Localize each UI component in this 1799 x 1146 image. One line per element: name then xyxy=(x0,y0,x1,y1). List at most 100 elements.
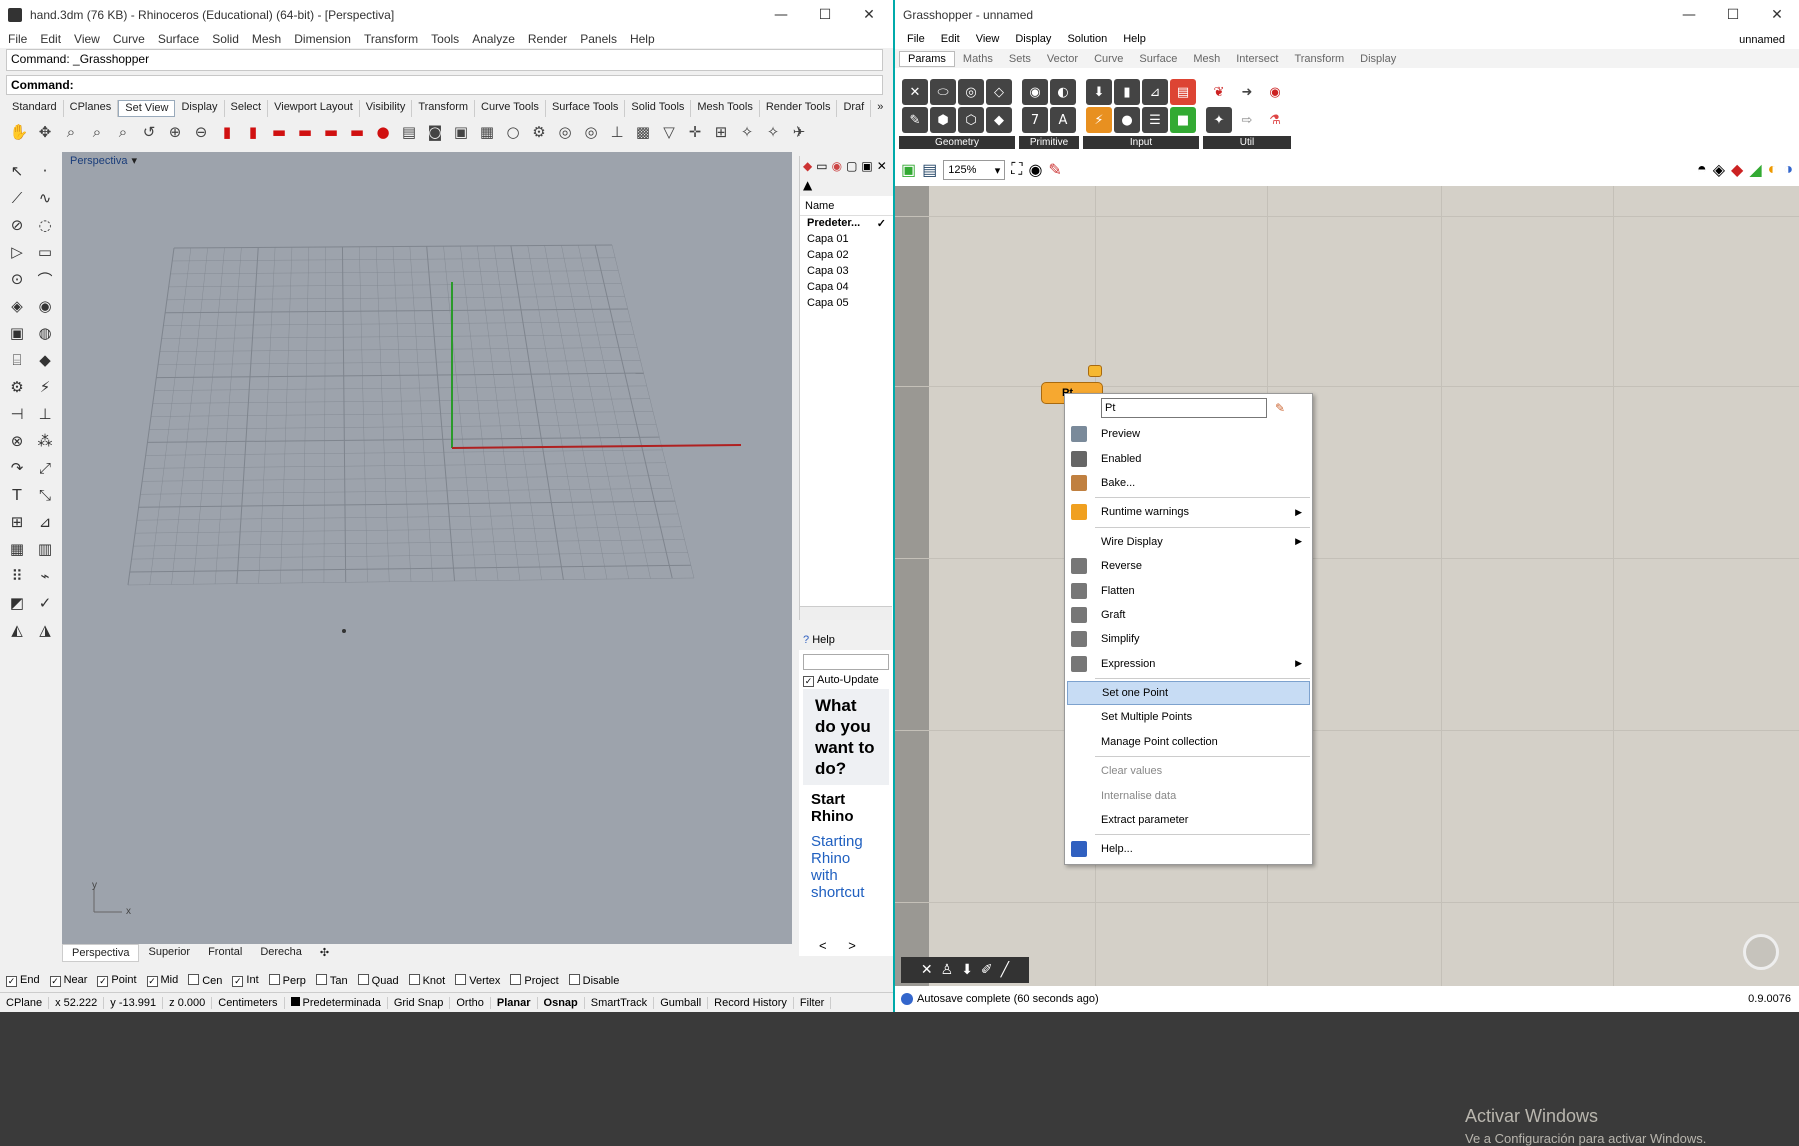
explode-icon[interactable]: ⁂ xyxy=(32,428,58,454)
status-filter[interactable]: Filter xyxy=(794,996,832,1009)
gradient-icon[interactable]: ▤ xyxy=(1170,79,1196,105)
plane-icon[interactable]: ⊥ xyxy=(606,121,628,143)
polyline-icon[interactable]: ⟋ xyxy=(4,185,30,211)
gh-menu-view[interactable]: View xyxy=(970,33,1010,45)
osnap-checkbox[interactable] xyxy=(188,973,200,985)
layers-tab-icon[interactable]: ◆ xyxy=(803,159,812,174)
osnap-mid[interactable]: ✓ Mid xyxy=(146,974,178,987)
menu-edit[interactable]: Edit xyxy=(35,32,69,46)
render-icon[interactable]: ◩ xyxy=(4,590,30,616)
recompute-icon[interactable]: ♙ xyxy=(941,962,954,978)
tab-select[interactable]: Select xyxy=(225,100,269,117)
gh-maximize-button[interactable]: ☐ xyxy=(1711,0,1755,29)
menu-analyze[interactable]: Analyze xyxy=(467,32,523,46)
osnap-knot[interactable]: Knot xyxy=(408,973,445,987)
gh-menu-file[interactable]: File xyxy=(901,33,935,45)
box-icon[interactable]: ▣ xyxy=(4,320,30,346)
menu-item-set-one-point[interactable]: Set one Point xyxy=(1067,680,1310,706)
osnap-quad[interactable]: Quad xyxy=(357,973,399,987)
menu-item-flatten[interactable]: Flatten xyxy=(1065,578,1312,602)
osnap-checkbox[interactable]: ✓ xyxy=(6,975,17,987)
close-button[interactable]: ✕ xyxy=(847,0,891,29)
analysis-icon[interactable]: ⌁ xyxy=(32,563,58,589)
osnap-checkbox[interactable] xyxy=(568,973,580,985)
menu-surface[interactable]: Surface xyxy=(153,32,207,46)
undo-view-icon[interactable]: ↺ xyxy=(138,121,160,143)
gh-canvas[interactable]: Pt Activar Windows Ve a Configuración pa… xyxy=(895,186,1799,1146)
trim-icon[interactable]: ⊣ xyxy=(4,401,30,427)
align-icon[interactable]: ⊞ xyxy=(710,121,732,143)
gh-menu-solution[interactable]: Solution xyxy=(1061,33,1117,45)
split-icon[interactable]: ⊥ xyxy=(32,401,58,427)
menu-item-reverse[interactable]: Reverse xyxy=(1065,554,1312,578)
select-icon[interactable]: ↖ xyxy=(4,158,30,184)
zoom-window-icon[interactable]: ⌕ xyxy=(86,121,108,143)
zoom-selected-icon[interactable]: ⌕ xyxy=(112,121,134,143)
geometry-param-icon[interactable]: ⬢ xyxy=(930,107,956,133)
circular-arc-param-icon[interactable]: ◇ xyxy=(986,79,1012,105)
nickname-input[interactable] xyxy=(1101,398,1267,418)
osnap-checkbox[interactable] xyxy=(455,973,467,985)
menu-item-internalise-data[interactable]: Internalise data xyxy=(1065,783,1312,807)
shaded-preview-icon[interactable]: ◆ xyxy=(1731,160,1743,180)
tab-derecha[interactable]: Derecha xyxy=(251,944,311,962)
gh-menu-help[interactable]: Help xyxy=(1117,33,1156,45)
menu-mesh[interactable]: Mesh xyxy=(247,32,289,46)
menu-item-graft[interactable]: Graft xyxy=(1065,603,1312,627)
tab-mesh-tools[interactable]: Mesh Tools xyxy=(691,100,760,117)
tab-transform[interactable]: Transform xyxy=(412,100,476,117)
hint-icon[interactable]: ⇨ xyxy=(1234,107,1260,133)
menu-item-help[interactable]: Help... xyxy=(1065,837,1312,861)
tab-cplanes[interactable]: CPlanes xyxy=(64,100,119,117)
zoom-in-icon[interactable]: ⊕ xyxy=(164,121,186,143)
menu-item-manage-point-collection[interactable]: Manage Point collection xyxy=(1065,730,1312,754)
block-icon[interactable]: ▦ xyxy=(4,536,30,562)
surface-icon[interactable]: ◈ xyxy=(4,293,30,319)
osnap-end[interactable]: ✓ End xyxy=(6,974,40,987)
osnap-vertex[interactable]: Vertex xyxy=(455,973,500,987)
join-icon[interactable]: ⊗ xyxy=(4,428,30,454)
status-units[interactable]: Centimeters xyxy=(212,996,285,1009)
osnap-checkbox[interactable] xyxy=(357,973,369,985)
layer-row[interactable]: Capa 05 xyxy=(800,296,893,312)
menu-item-bake[interactable]: Bake... xyxy=(1065,471,1312,495)
osnap-checkbox[interactable]: ✓ xyxy=(97,975,109,987)
menu-curve[interactable]: Curve xyxy=(108,32,153,46)
point-icon[interactable]: · xyxy=(32,158,58,184)
tab-render-tools[interactable]: Render Tools xyxy=(760,100,838,117)
status-ortho[interactable]: Ortho xyxy=(450,996,491,1009)
layer-row[interactable]: Predeter... ✓ xyxy=(800,216,893,232)
sphere-icon[interactable]: ○ xyxy=(502,121,524,143)
gh-tab-maths[interactable]: Maths xyxy=(955,52,1001,66)
menu-transform[interactable]: Transform xyxy=(359,32,426,46)
car-view-3-icon[interactable]: ▬ xyxy=(320,121,342,143)
menu-item-extract-parameter[interactable]: Extract parameter xyxy=(1065,808,1312,832)
preview-colour-icon[interactable]: ◐ xyxy=(1768,161,1778,179)
menu-item-enabled[interactable]: Enabled xyxy=(1065,446,1312,470)
menu-render[interactable]: Render xyxy=(523,32,575,46)
text-param-icon[interactable]: A xyxy=(1050,107,1076,133)
curve-icon[interactable]: ∿ xyxy=(32,185,58,211)
gh-tab-curve[interactable]: Curve xyxy=(1086,52,1131,66)
menu-item-wire-display[interactable]: Wire Display ▶ xyxy=(1065,530,1312,554)
nickname-edit-icon[interactable]: ✎ xyxy=(1275,401,1285,415)
preview-off-icon[interactable]: ◓ xyxy=(1697,161,1707,179)
menu-help[interactable]: Help xyxy=(625,32,663,46)
maximize-button[interactable]: ☐ xyxy=(803,0,847,29)
relay-icon[interactable]: ➜ xyxy=(1234,79,1260,105)
plane-2-icon[interactable]: ✈ xyxy=(788,121,810,143)
ellipse-icon[interactable]: ⊙ xyxy=(4,266,30,292)
status-osnap[interactable]: Osnap xyxy=(538,996,585,1009)
gh-minimize-button[interactable]: — xyxy=(1667,0,1711,29)
car-view-4-icon[interactable]: ▬ xyxy=(346,121,368,143)
brush-icon[interactable]: ╱ xyxy=(1001,962,1009,978)
document-preview-icon[interactable]: ◑ xyxy=(1783,161,1793,179)
osnap-checkbox[interactable]: ✓ xyxy=(232,975,244,987)
named-view-icon[interactable]: ▤ xyxy=(398,121,420,143)
menu-file[interactable]: File xyxy=(3,32,35,46)
move-up-icon[interactable]: ▲ xyxy=(803,178,812,193)
star-icon[interactable]: ✧ xyxy=(736,121,758,143)
tab-solid-tools[interactable]: Solid Tools xyxy=(625,100,692,117)
osnap-near[interactable]: ✓ Near xyxy=(49,974,87,987)
box-param-icon[interactable]: ✕ xyxy=(902,79,928,105)
